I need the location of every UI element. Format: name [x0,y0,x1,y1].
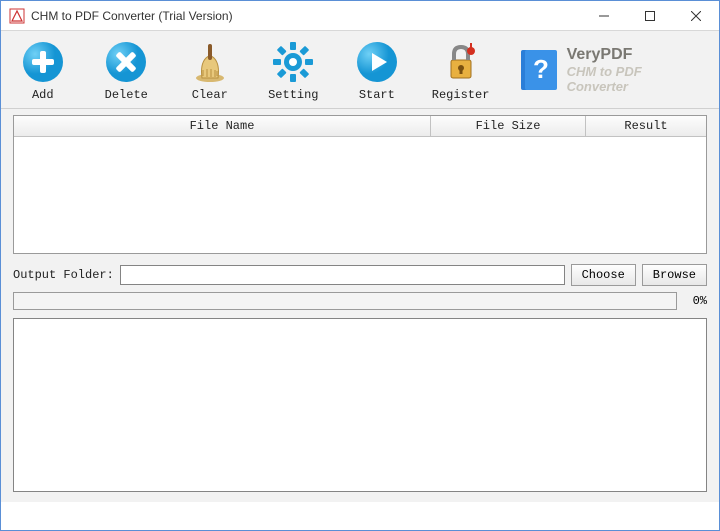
output-folder-row: Output Folder: Choose Browse [13,264,707,286]
clear-label: Clear [192,88,228,102]
register-icon [439,40,483,84]
output-folder-input[interactable] [120,265,565,285]
column-filename[interactable]: File Name [14,116,431,136]
add-button[interactable]: Add [15,40,71,102]
browse-button[interactable]: Browse [642,264,707,286]
progress-bar [13,292,677,310]
brand-name: VeryPDF [567,46,705,64]
delete-button[interactable]: Delete [99,40,155,102]
window-title: CHM to PDF Converter (Trial Version) [31,9,581,23]
window-controls [581,1,719,30]
delete-icon [104,40,148,84]
setting-icon [271,40,315,84]
column-result[interactable]: Result [586,116,706,136]
register-label: Register [432,88,490,102]
minimize-button[interactable] [581,1,627,30]
progress-row: 0% [13,292,707,310]
toolbar: Add Delete Clear [1,31,719,109]
choose-button[interactable]: Choose [571,264,636,286]
brand-subtitle: CHM to PDF Converter [567,65,705,95]
add-label: Add [32,88,54,102]
file-list-header: File Name File Size Result [14,116,706,137]
setting-button[interactable]: Setting [266,40,322,102]
clear-button[interactable]: Clear [182,40,238,102]
column-filesize[interactable]: File Size [431,116,586,136]
log-box[interactable] [13,318,707,492]
brand-logo: ? VeryPDF CHM to PDF Converter [517,46,705,94]
maximize-button[interactable] [627,1,673,30]
start-icon [355,40,399,84]
start-label: Start [359,88,395,102]
svg-text:?: ? [533,54,549,84]
close-button[interactable] [673,1,719,30]
content-area: File Name File Size Result Output Folder… [1,109,719,502]
brand-icon: ? [517,48,561,92]
app-icon [9,8,25,24]
delete-label: Delete [105,88,148,102]
file-list-body[interactable] [14,137,706,253]
register-button[interactable]: Register [433,40,489,102]
setting-label: Setting [268,88,318,102]
file-list[interactable]: File Name File Size Result [13,115,707,254]
clear-icon [188,40,232,84]
add-icon [21,40,65,84]
progress-percent: 0% [683,294,707,308]
titlebar: CHM to PDF Converter (Trial Version) [1,1,719,31]
output-folder-label: Output Folder: [13,268,114,282]
start-button[interactable]: Start [349,40,405,102]
